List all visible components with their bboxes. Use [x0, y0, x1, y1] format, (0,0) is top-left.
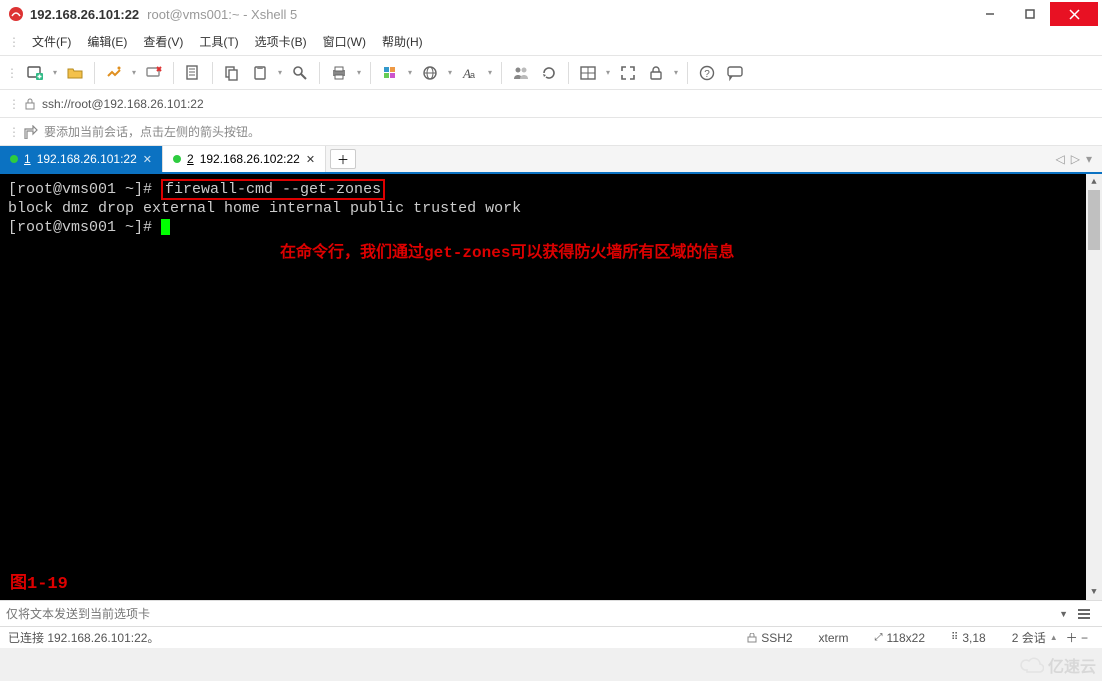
tab-nav: ◁ ▷ ▾ [1046, 146, 1102, 172]
arrow-icon[interactable] [24, 125, 38, 139]
status-cursor: ⠿3,18 [945, 631, 992, 645]
status-dot-icon [10, 155, 18, 163]
font-icon[interactable]: Aa [457, 60, 483, 86]
chevron-down-icon[interactable]: ▾ [405, 68, 415, 77]
compose-input[interactable] [6, 607, 1055, 621]
status-connection: 已连接 192.168.26.101:22。 [8, 629, 159, 646]
chevron-down-icon[interactable]: ▾ [275, 68, 285, 77]
chevron-down-icon[interactable]: ▼ [1055, 609, 1072, 619]
terminal[interactable]: [root@vms001 ~]# firewall-cmd --get-zone… [0, 174, 1102, 600]
info-bar: ⋮ 要添加当前会话，点击左侧的箭头按钮。 [0, 118, 1102, 146]
chevron-down-icon[interactable]: ▾ [50, 68, 60, 77]
tab-number: 2 [187, 152, 194, 166]
fullscreen-icon[interactable] [615, 60, 641, 86]
color-icon[interactable] [377, 60, 403, 86]
copy-icon[interactable] [219, 60, 245, 86]
menu-tools[interactable]: 工具(T) [191, 29, 246, 54]
chat-icon[interactable] [722, 60, 748, 86]
address-url[interactable]: ssh://root@192.168.26.101:22 [42, 97, 204, 111]
window-title-sub: root@vms001:~ - Xshell 5 [147, 7, 297, 22]
session-tab-1[interactable]: 1 192.168.26.101:22 ✕ [0, 146, 163, 172]
terminal-line: [root@vms001 ~]# [8, 218, 1094, 237]
window-title-main: 192.168.26.101:22 [30, 7, 139, 22]
chevron-down-icon[interactable]: ▾ [129, 68, 139, 77]
grip-icon: ⋮ [8, 97, 18, 111]
annotation-text: 在命令行，我们通过get-zones可以获得防火墙所有区域的信息 [280, 244, 734, 263]
tab-label: 192.168.26.102:22 [200, 152, 300, 166]
tab-label: 192.168.26.101:22 [37, 152, 137, 166]
terminal-line: [root@vms001 ~]# firewall-cmd --get-zone… [8, 180, 1094, 199]
scroll-thumb[interactable] [1088, 190, 1100, 250]
tab-next-icon[interactable]: ▷ [1071, 152, 1080, 166]
scrollbar[interactable]: ▲ ▼ [1086, 174, 1102, 600]
tab-list-icon[interactable]: ▾ [1086, 152, 1092, 166]
chevron-down-icon[interactable]: ▾ [354, 68, 364, 77]
highlighted-command: firewall-cmd --get-zones [161, 179, 385, 200]
figure-label: 图1-19 [10, 575, 68, 594]
svg-text:a: a [470, 70, 475, 80]
close-button[interactable] [1050, 2, 1098, 26]
toolbar: ⋮ ▾ ▾ ▾ ▾ ▾ ▾ Aa ▾ ▾ ▾ ? [0, 56, 1102, 90]
minimize-button[interactable] [970, 2, 1010, 26]
menu-help[interactable]: 帮助(H) [374, 29, 431, 54]
refresh-icon[interactable] [536, 60, 562, 86]
chevron-down-icon[interactable]: ▾ [485, 68, 495, 77]
chevron-down-icon[interactable]: ▾ [671, 68, 681, 77]
lock-small-icon [24, 98, 36, 110]
compose-bar: ▼ [0, 600, 1102, 626]
tab-prev-icon[interactable]: ◁ [1056, 152, 1065, 166]
svg-text:?: ? [704, 69, 710, 80]
send-mode-icon[interactable] [1072, 607, 1096, 621]
grip-icon: ⋮ [8, 125, 18, 139]
lock-icon[interactable] [643, 60, 669, 86]
window-controls [970, 2, 1098, 26]
menu-tabs[interactable]: 选项卡(B) [247, 29, 315, 54]
address-bar: ⋮ ssh://root@192.168.26.101:22 [0, 90, 1102, 118]
status-sessions[interactable]: 2 会话 ▲＋ − [1006, 629, 1094, 646]
menu-bar: ⋮ 文件(F) 编辑(E) 查看(V) 工具(T) 选项卡(B) 窗口(W) 帮… [0, 28, 1102, 56]
globe-icon[interactable] [417, 60, 443, 86]
tab-bar: 1 192.168.26.101:22 ✕ 2 192.168.26.102:2… [0, 146, 1102, 174]
scroll-down-icon[interactable]: ▼ [1086, 584, 1102, 600]
lock-icon [747, 633, 757, 643]
terminal-output: block dmz drop external home internal pu… [8, 199, 1094, 218]
tab-number: 1 [24, 152, 31, 166]
cursor-icon [161, 219, 170, 235]
add-tab-button[interactable]: ＋ [330, 149, 356, 169]
chevron-down-icon[interactable]: ▾ [603, 68, 613, 77]
menu-file[interactable]: 文件(F) [24, 29, 79, 54]
open-session-icon[interactable] [62, 60, 88, 86]
watermark: 亿速云 [1020, 653, 1096, 677]
print-icon[interactable] [326, 60, 352, 86]
find-icon[interactable] [287, 60, 313, 86]
new-session-icon[interactable] [22, 60, 48, 86]
help-icon[interactable]: ? [694, 60, 720, 86]
disconnect-icon[interactable] [141, 60, 167, 86]
chevron-down-icon[interactable]: ▾ [445, 68, 455, 77]
menu-edit[interactable]: 编辑(E) [79, 29, 135, 54]
layout-icon[interactable] [575, 60, 601, 86]
menu-view[interactable]: 查看(V) [135, 29, 191, 54]
title-bar: 192.168.26.101:22 root@vms001:~ - Xshell… [0, 0, 1102, 28]
status-protocol: SSH2 [741, 631, 798, 645]
grip-icon: ⋮ [6, 66, 16, 80]
users-icon[interactable] [508, 60, 534, 86]
menu-window[interactable]: 窗口(W) [315, 29, 374, 54]
properties-icon[interactable] [180, 60, 206, 86]
status-size: ⤢118x22 [869, 631, 931, 645]
status-bar: 已连接 192.168.26.101:22。 SSH2 xterm ⤢118x2… [0, 626, 1102, 648]
scroll-up-icon[interactable]: ▲ [1086, 174, 1102, 190]
info-tip-text: 要添加当前会话，点击左侧的箭头按钮。 [44, 123, 260, 140]
tab-close-icon[interactable]: ✕ [306, 153, 315, 166]
paste-icon[interactable] [247, 60, 273, 86]
status-termtype: xterm [813, 631, 855, 645]
tab-close-icon[interactable]: ✕ [143, 153, 152, 166]
status-dot-icon [173, 155, 181, 163]
session-tab-2[interactable]: 2 192.168.26.102:22 ✕ [163, 146, 326, 172]
app-icon [8, 6, 24, 22]
maximize-button[interactable] [1010, 2, 1050, 26]
grip-icon: ⋮ [8, 35, 18, 49]
connect-icon[interactable] [101, 60, 127, 86]
